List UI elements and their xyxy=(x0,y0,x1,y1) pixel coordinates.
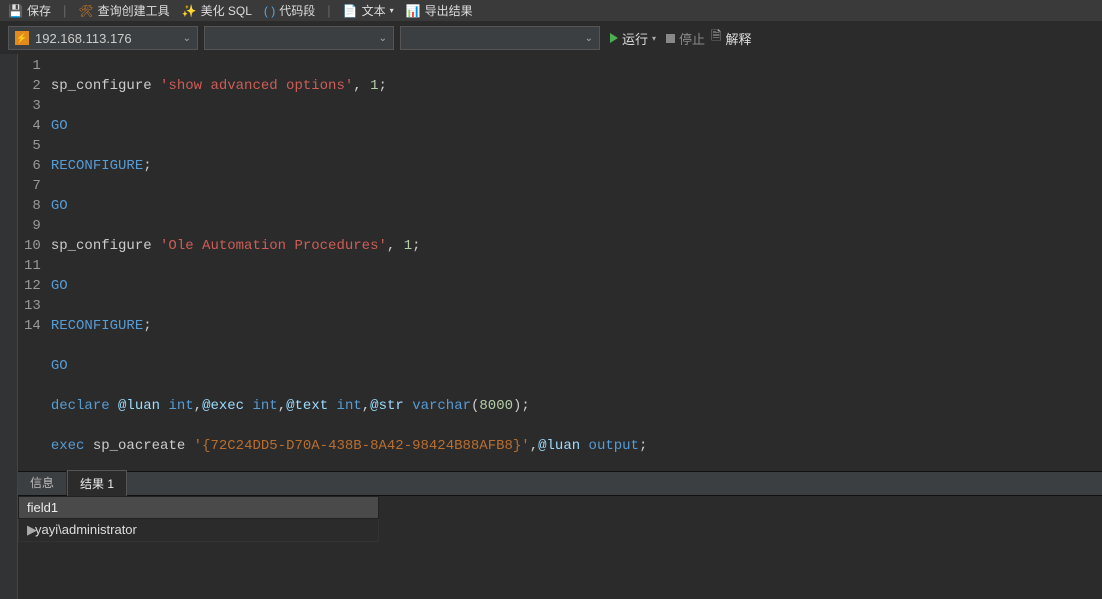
line-numbers: 1 2 3 4 5 6 7 8 9 10 11 12 13 14 xyxy=(18,54,51,471)
host-icon: ⚡ xyxy=(15,31,29,45)
save-label: 保存 xyxy=(27,2,51,19)
tab-result-1[interactable]: 结果 1 xyxy=(67,470,127,496)
stop-button: 停止 xyxy=(666,29,705,48)
sql-editor[interactable]: 1 2 3 4 5 6 7 8 9 10 11 12 13 14 sp_conf… xyxy=(18,54,1102,471)
chevron-down-icon: ▾ xyxy=(652,34,656,43)
export-button[interactable]: 📊 导出结果 xyxy=(406,2,473,19)
chevron-down-icon: ⌄ xyxy=(379,33,387,44)
database-select[interactable]: ⌄ xyxy=(204,26,394,50)
connection-bar: ⚡ 192.168.113.176 ⌄ ⌄ ⌄ 运行 ▾ 停止 🗎 解释 xyxy=(0,22,1102,54)
chevron-down-icon: ⌄ xyxy=(585,33,593,44)
beautify-sql-button[interactable]: ✨ 美化 SQL xyxy=(182,2,252,19)
stop-label: 停止 xyxy=(679,29,705,48)
query-builder-label: 查询创建工具 xyxy=(98,2,170,19)
table-header-row: field1 xyxy=(19,497,379,519)
text-label: 文本 xyxy=(362,2,386,19)
host-value: 192.168.113.176 xyxy=(35,31,132,46)
left-gutter xyxy=(0,54,18,599)
run-label: 运行 xyxy=(622,29,648,48)
table-row[interactable]: ▶yayi\administrator xyxy=(19,519,379,542)
editor-wrap: 1 2 3 4 5 6 7 8 9 10 11 12 13 14 sp_conf… xyxy=(18,54,1102,599)
beautify-label: 美化 SQL xyxy=(201,2,252,19)
wand-icon: ✨ xyxy=(182,4,197,18)
separator: | xyxy=(327,3,330,18)
document-icon: 📄 xyxy=(343,4,358,18)
explain-button[interactable]: 🗎 解释 xyxy=(711,27,751,49)
chevron-down-icon: ⌄ xyxy=(183,33,191,44)
export-label: 导出结果 xyxy=(425,2,473,19)
explain-icon: 🗎 xyxy=(711,27,721,49)
cell-value: yayi\administrator xyxy=(35,522,137,537)
play-icon xyxy=(610,33,618,43)
snippet-label: 代码段 xyxy=(279,2,315,19)
top-toolbar: 💾 保存 | 🛠 查询创建工具 ✨ 美化 SQL ( ) 代码段 | 📄 文本 … xyxy=(0,0,1102,22)
explain-label: 解释 xyxy=(726,29,752,48)
chevron-down-icon: ▾ xyxy=(390,6,394,15)
snippet-icon: ( ) xyxy=(264,4,275,18)
code-content: sp_configure 'show advanced options', 1;… xyxy=(51,54,774,471)
snippet-button[interactable]: ( ) 代码段 xyxy=(264,2,315,19)
stop-icon xyxy=(666,34,675,43)
save-button[interactable]: 💾 保存 xyxy=(8,2,51,19)
host-select[interactable]: ⚡ 192.168.113.176 ⌄ xyxy=(8,26,198,50)
result-grid[interactable]: field1 ▶yayi\administrator xyxy=(18,496,1102,599)
text-button[interactable]: 📄 文本 ▾ xyxy=(343,2,394,19)
query-builder-button[interactable]: 🛠 查询创建工具 xyxy=(78,2,169,19)
results-panel: 信息 结果 1 field1 ▶yayi\administrator xyxy=(18,471,1102,599)
column-header[interactable]: field1 xyxy=(19,497,379,519)
separator: | xyxy=(63,3,66,18)
schema-select[interactable]: ⌄ xyxy=(400,26,600,50)
export-icon: 📊 xyxy=(406,4,421,18)
result-tabs: 信息 结果 1 xyxy=(18,472,1102,496)
run-button[interactable]: 运行 ▾ xyxy=(606,29,660,48)
save-icon: 💾 xyxy=(8,4,23,18)
tool-icon: 🛠 xyxy=(78,4,93,18)
row-marker-icon: ▶ xyxy=(27,522,33,538)
tab-info[interactable]: 信息 xyxy=(18,470,67,495)
main-area: 1 2 3 4 5 6 7 8 9 10 11 12 13 14 sp_conf… xyxy=(0,54,1102,599)
